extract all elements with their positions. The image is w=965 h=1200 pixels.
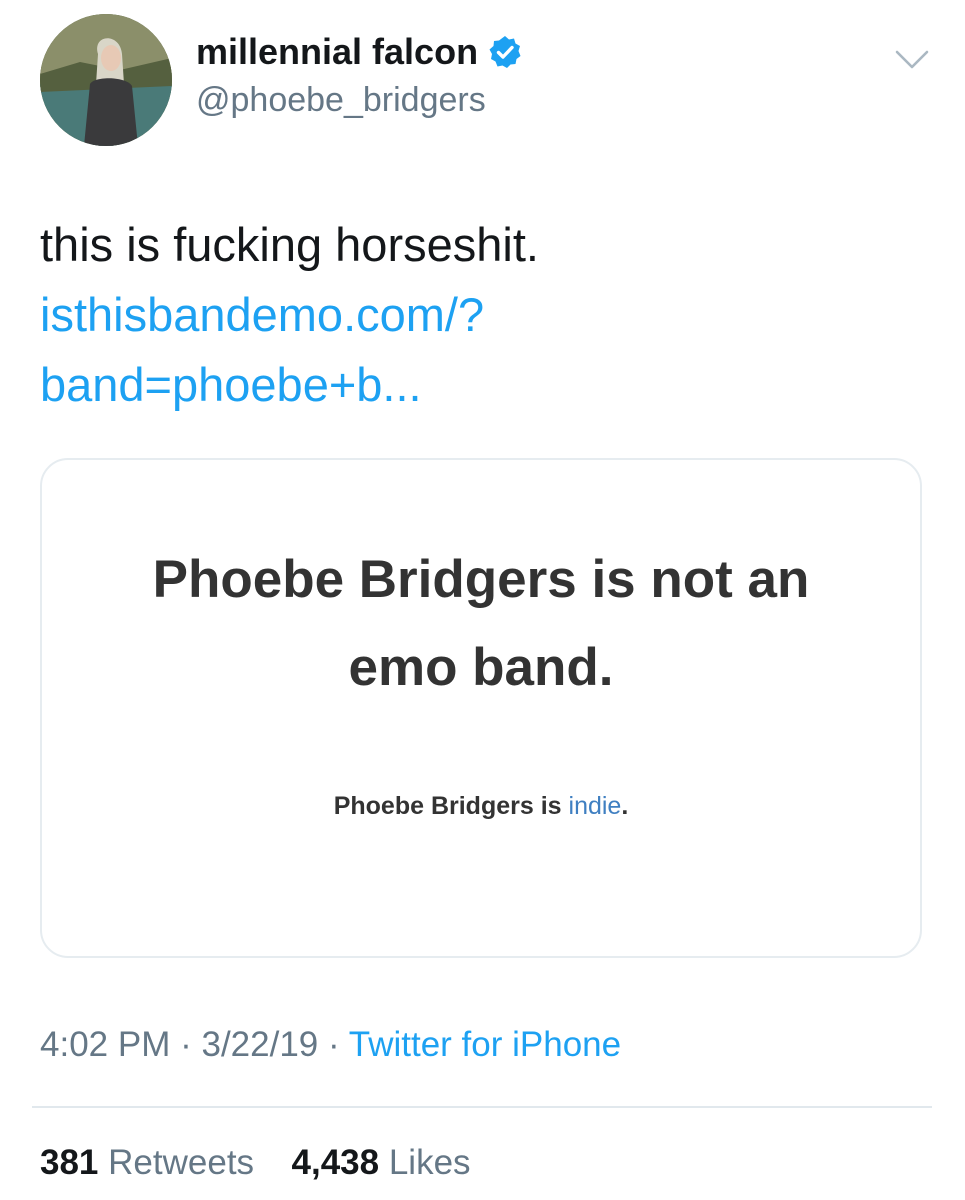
- card-headline-line2: emo band.: [348, 638, 614, 697]
- tweet-text: this is fucking horseshit.: [40, 218, 539, 271]
- divider: [32, 1106, 932, 1108]
- link-preview-card[interactable]: Phoebe Bridgers is not an emo band. Phoe…: [40, 458, 922, 958]
- avatar[interactable]: [40, 14, 172, 146]
- likes-label: Likes: [388, 1143, 471, 1182]
- card-sub-suffix: .: [621, 792, 629, 820]
- tweet-time: 4:02 PM: [40, 1025, 171, 1064]
- card-headline: Phoebe Bridgers is not an emo band.: [42, 536, 920, 712]
- meta-separator: ·: [328, 1025, 340, 1064]
- tweet-body: this is fucking horseshit. isthisbandemo…: [40, 210, 920, 420]
- avatar-photo: [40, 14, 172, 146]
- likes-stat[interactable]: 4,438 Likes: [282, 1143, 471, 1182]
- chevron-down-icon[interactable]: [894, 48, 930, 72]
- likes-count: 4,438: [291, 1143, 380, 1182]
- tweet-link[interactable]: isthisbandemo.com/? band=phoebe+b...: [40, 280, 920, 420]
- display-name[interactable]: millennial falcon: [196, 30, 478, 74]
- meta-separator: ·: [180, 1025, 192, 1064]
- card-headline-line1: Phoebe Bridgers is not an: [152, 550, 810, 609]
- author-handle[interactable]: @phoebe_bridgers: [196, 80, 486, 120]
- tweet-meta: 4:02 PM · 3/22/19 · Twitter for iPhone: [40, 1022, 621, 1068]
- card-sub-prefix: Phoebe Bridgers is: [333, 792, 562, 820]
- card-subtext: Phoebe Bridgers is indie.: [42, 788, 920, 824]
- tweet-stats: 381 Retweets 4,438 Likes: [40, 1140, 471, 1186]
- tweet-date: 3/22/19: [201, 1025, 319, 1064]
- retweets-label: Retweets: [108, 1143, 255, 1182]
- verified-badge-icon: [488, 35, 522, 69]
- tweet-link-line1: isthisbandemo.com/?: [40, 288, 485, 341]
- author-name-row: millennial falcon: [196, 30, 522, 74]
- retweets-stat[interactable]: 381 Retweets: [40, 1143, 264, 1182]
- card-genre-link[interactable]: indie: [569, 792, 622, 820]
- retweets-count: 381: [40, 1143, 99, 1182]
- tweet-link-line2: band=phoebe+b...: [40, 358, 422, 411]
- tweet-source-link[interactable]: Twitter for iPhone: [349, 1025, 621, 1064]
